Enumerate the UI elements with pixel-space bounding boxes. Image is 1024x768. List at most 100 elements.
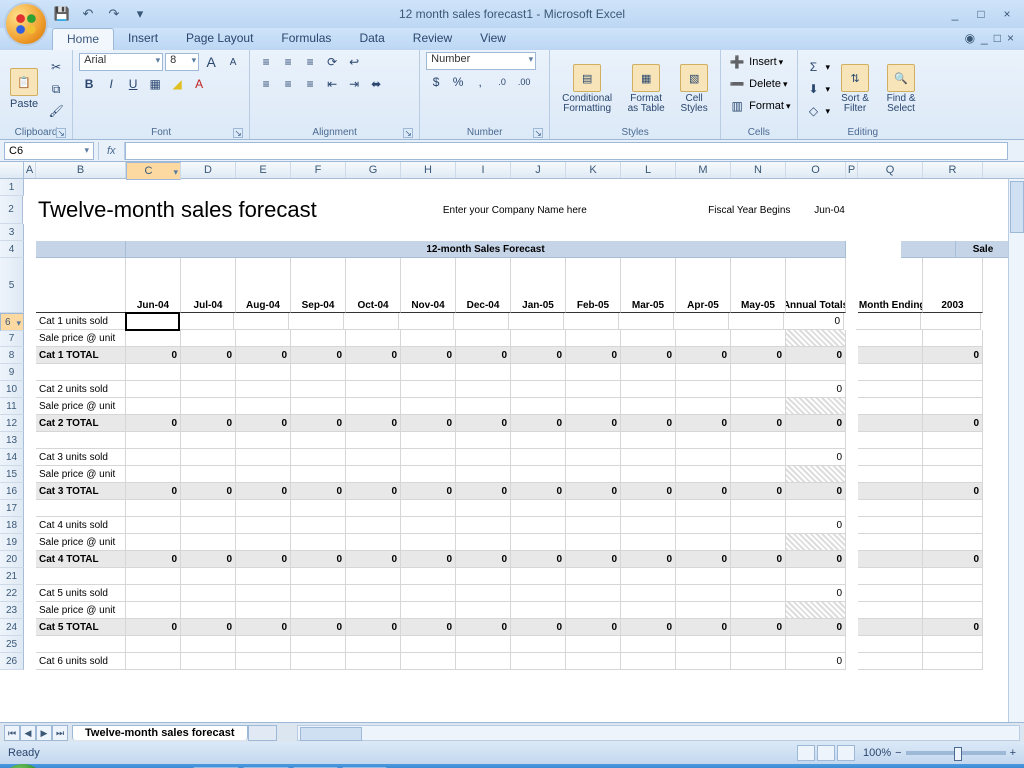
cell[interactable] — [858, 551, 923, 568]
tab-nav-first-icon[interactable]: ⏮ — [4, 725, 20, 741]
cell[interactable] — [731, 500, 786, 517]
row-label[interactable]: Cat 2 TOTAL — [36, 415, 126, 432]
cell[interactable] — [621, 432, 676, 449]
format-painter-icon[interactable]: 🖌 — [46, 101, 66, 121]
sort-filter-button[interactable]: ⇅Sort & Filter — [834, 62, 876, 116]
cell[interactable] — [234, 313, 289, 330]
cell[interactable] — [181, 653, 236, 670]
merge-icon[interactable]: ⬌ — [366, 74, 386, 94]
cell[interactable]: 0 — [346, 551, 401, 568]
cell[interactable] — [731, 179, 786, 196]
cell[interactable]: 0 — [566, 551, 621, 568]
cell[interactable]: 0 — [291, 483, 346, 500]
cell[interactable]: 0 — [291, 551, 346, 568]
cell[interactable] — [846, 432, 858, 449]
cell[interactable]: 0 — [621, 483, 676, 500]
cell[interactable] — [731, 568, 786, 585]
cell[interactable] — [923, 534, 983, 551]
cell[interactable] — [923, 653, 983, 670]
cell[interactable] — [346, 517, 401, 534]
cell[interactable]: 0 — [786, 449, 846, 466]
cell[interactable] — [786, 466, 846, 483]
cell[interactable] — [456, 500, 511, 517]
cell[interactable] — [731, 534, 786, 551]
view-normal-icon[interactable] — [797, 745, 815, 761]
cell[interactable]: 0 — [346, 415, 401, 432]
cell[interactable] — [846, 551, 858, 568]
cell[interactable] — [731, 602, 786, 619]
tab-page-layout[interactable]: Page Layout — [172, 28, 267, 50]
cell[interactable] — [346, 330, 401, 347]
cell[interactable] — [401, 398, 456, 415]
cell[interactable]: 0 — [346, 619, 401, 636]
row-header[interactable]: 21 — [0, 568, 24, 585]
cell[interactable] — [291, 364, 346, 381]
cell[interactable] — [676, 224, 731, 241]
currency-icon[interactable]: $ — [426, 72, 446, 92]
cell[interactable] — [731, 432, 786, 449]
cell[interactable] — [24, 619, 36, 636]
column-header[interactable]: R — [923, 162, 983, 178]
current-month-header[interactable]: Current Month Ending mm/yy — [858, 258, 923, 313]
cell[interactable] — [24, 432, 36, 449]
cell[interactable] — [401, 364, 456, 381]
cell[interactable] — [858, 398, 923, 415]
cell[interactable] — [291, 398, 346, 415]
cell[interactable] — [456, 466, 511, 483]
cell[interactable] — [858, 381, 923, 398]
cell[interactable] — [24, 224, 36, 241]
cell[interactable]: 0 — [566, 415, 621, 432]
name-box[interactable]: C6▾ — [4, 142, 94, 160]
cell[interactable] — [786, 432, 846, 449]
fx-icon[interactable]: fx — [98, 142, 125, 160]
row-label[interactable]: Cat 3 units sold — [36, 449, 126, 466]
align-middle-icon[interactable]: ≡ — [278, 52, 298, 72]
insert-cell-icon[interactable]: ➕ — [727, 52, 747, 72]
cell[interactable] — [676, 364, 731, 381]
cell[interactable] — [236, 517, 291, 534]
cell[interactable]: 0 — [676, 347, 731, 364]
column-header[interactable]: M — [676, 162, 731, 178]
cell[interactable]: 0 — [291, 619, 346, 636]
cell[interactable] — [126, 500, 181, 517]
cell[interactable] — [236, 653, 291, 670]
indent-inc-icon[interactable]: ⇥ — [344, 74, 364, 94]
cell[interactable] — [291, 636, 346, 653]
cell[interactable] — [456, 432, 511, 449]
cell[interactable]: 0 — [621, 551, 676, 568]
banner[interactable]: 12-month Sales Forecast — [126, 241, 846, 258]
cell[interactable] — [291, 330, 346, 347]
cell[interactable] — [23, 196, 35, 224]
cell[interactable] — [621, 534, 676, 551]
cell[interactable] — [401, 534, 456, 551]
cell[interactable] — [456, 653, 511, 670]
cell[interactable] — [236, 585, 291, 602]
font-name-select[interactable]: Arial — [79, 53, 163, 71]
month-header[interactable]: Sep-04 — [291, 258, 346, 313]
cell[interactable] — [346, 179, 401, 196]
cell[interactable] — [923, 602, 983, 619]
insert-button[interactable]: Insert — [749, 56, 777, 68]
cell[interactable] — [236, 636, 291, 653]
month-header[interactable]: Feb-05 — [566, 258, 621, 313]
sheet-title[interactable]: Twelve-month sales forecast — [35, 196, 387, 224]
month-header[interactable]: Oct-04 — [346, 258, 401, 313]
row-header[interactable]: 5 — [0, 258, 24, 313]
cell[interactable]: 0 — [401, 347, 456, 364]
cell[interactable] — [509, 313, 564, 330]
cell[interactable]: 0 — [456, 483, 511, 500]
delete-cell-icon[interactable]: ➖ — [727, 74, 747, 94]
cell[interactable] — [291, 585, 346, 602]
format-as-table-button[interactable]: ▦Format as Table — [622, 62, 670, 116]
cell[interactable] — [566, 432, 621, 449]
cell[interactable] — [456, 381, 511, 398]
column-header[interactable]: I — [456, 162, 511, 178]
cell[interactable] — [731, 398, 786, 415]
cell[interactable] — [786, 224, 846, 241]
row-label[interactable]: Sale price @ unit — [36, 466, 126, 483]
cell[interactable] — [401, 653, 456, 670]
cell[interactable] — [126, 179, 181, 196]
cell[interactable] — [923, 381, 983, 398]
cell[interactable] — [24, 466, 36, 483]
maximize-button[interactable]: □ — [972, 7, 990, 21]
